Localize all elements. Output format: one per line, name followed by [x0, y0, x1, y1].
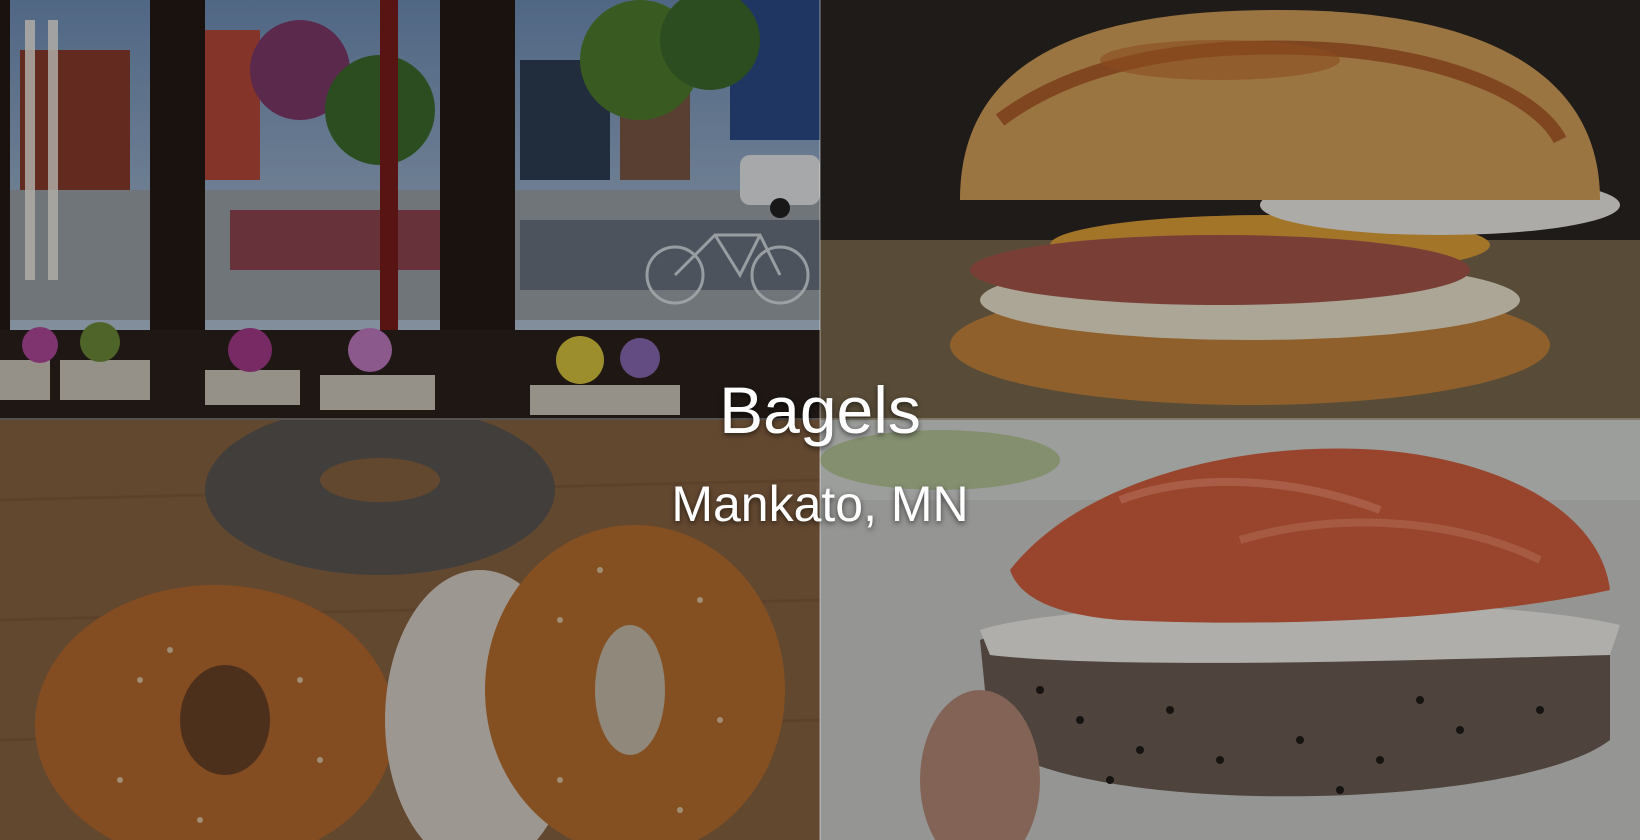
breakfast-bagel-sandwich-photo [820, 0, 1640, 420]
storefront-illustration [0, 0, 820, 420]
storefront-photo [0, 0, 820, 420]
location-subtitle: Mankato, MN [671, 476, 969, 532]
bagels-collage: Bagels Mankato, MN [0, 0, 1640, 840]
page-title: Bagels [719, 373, 921, 447]
sandwich-illustration [820, 0, 1640, 420]
